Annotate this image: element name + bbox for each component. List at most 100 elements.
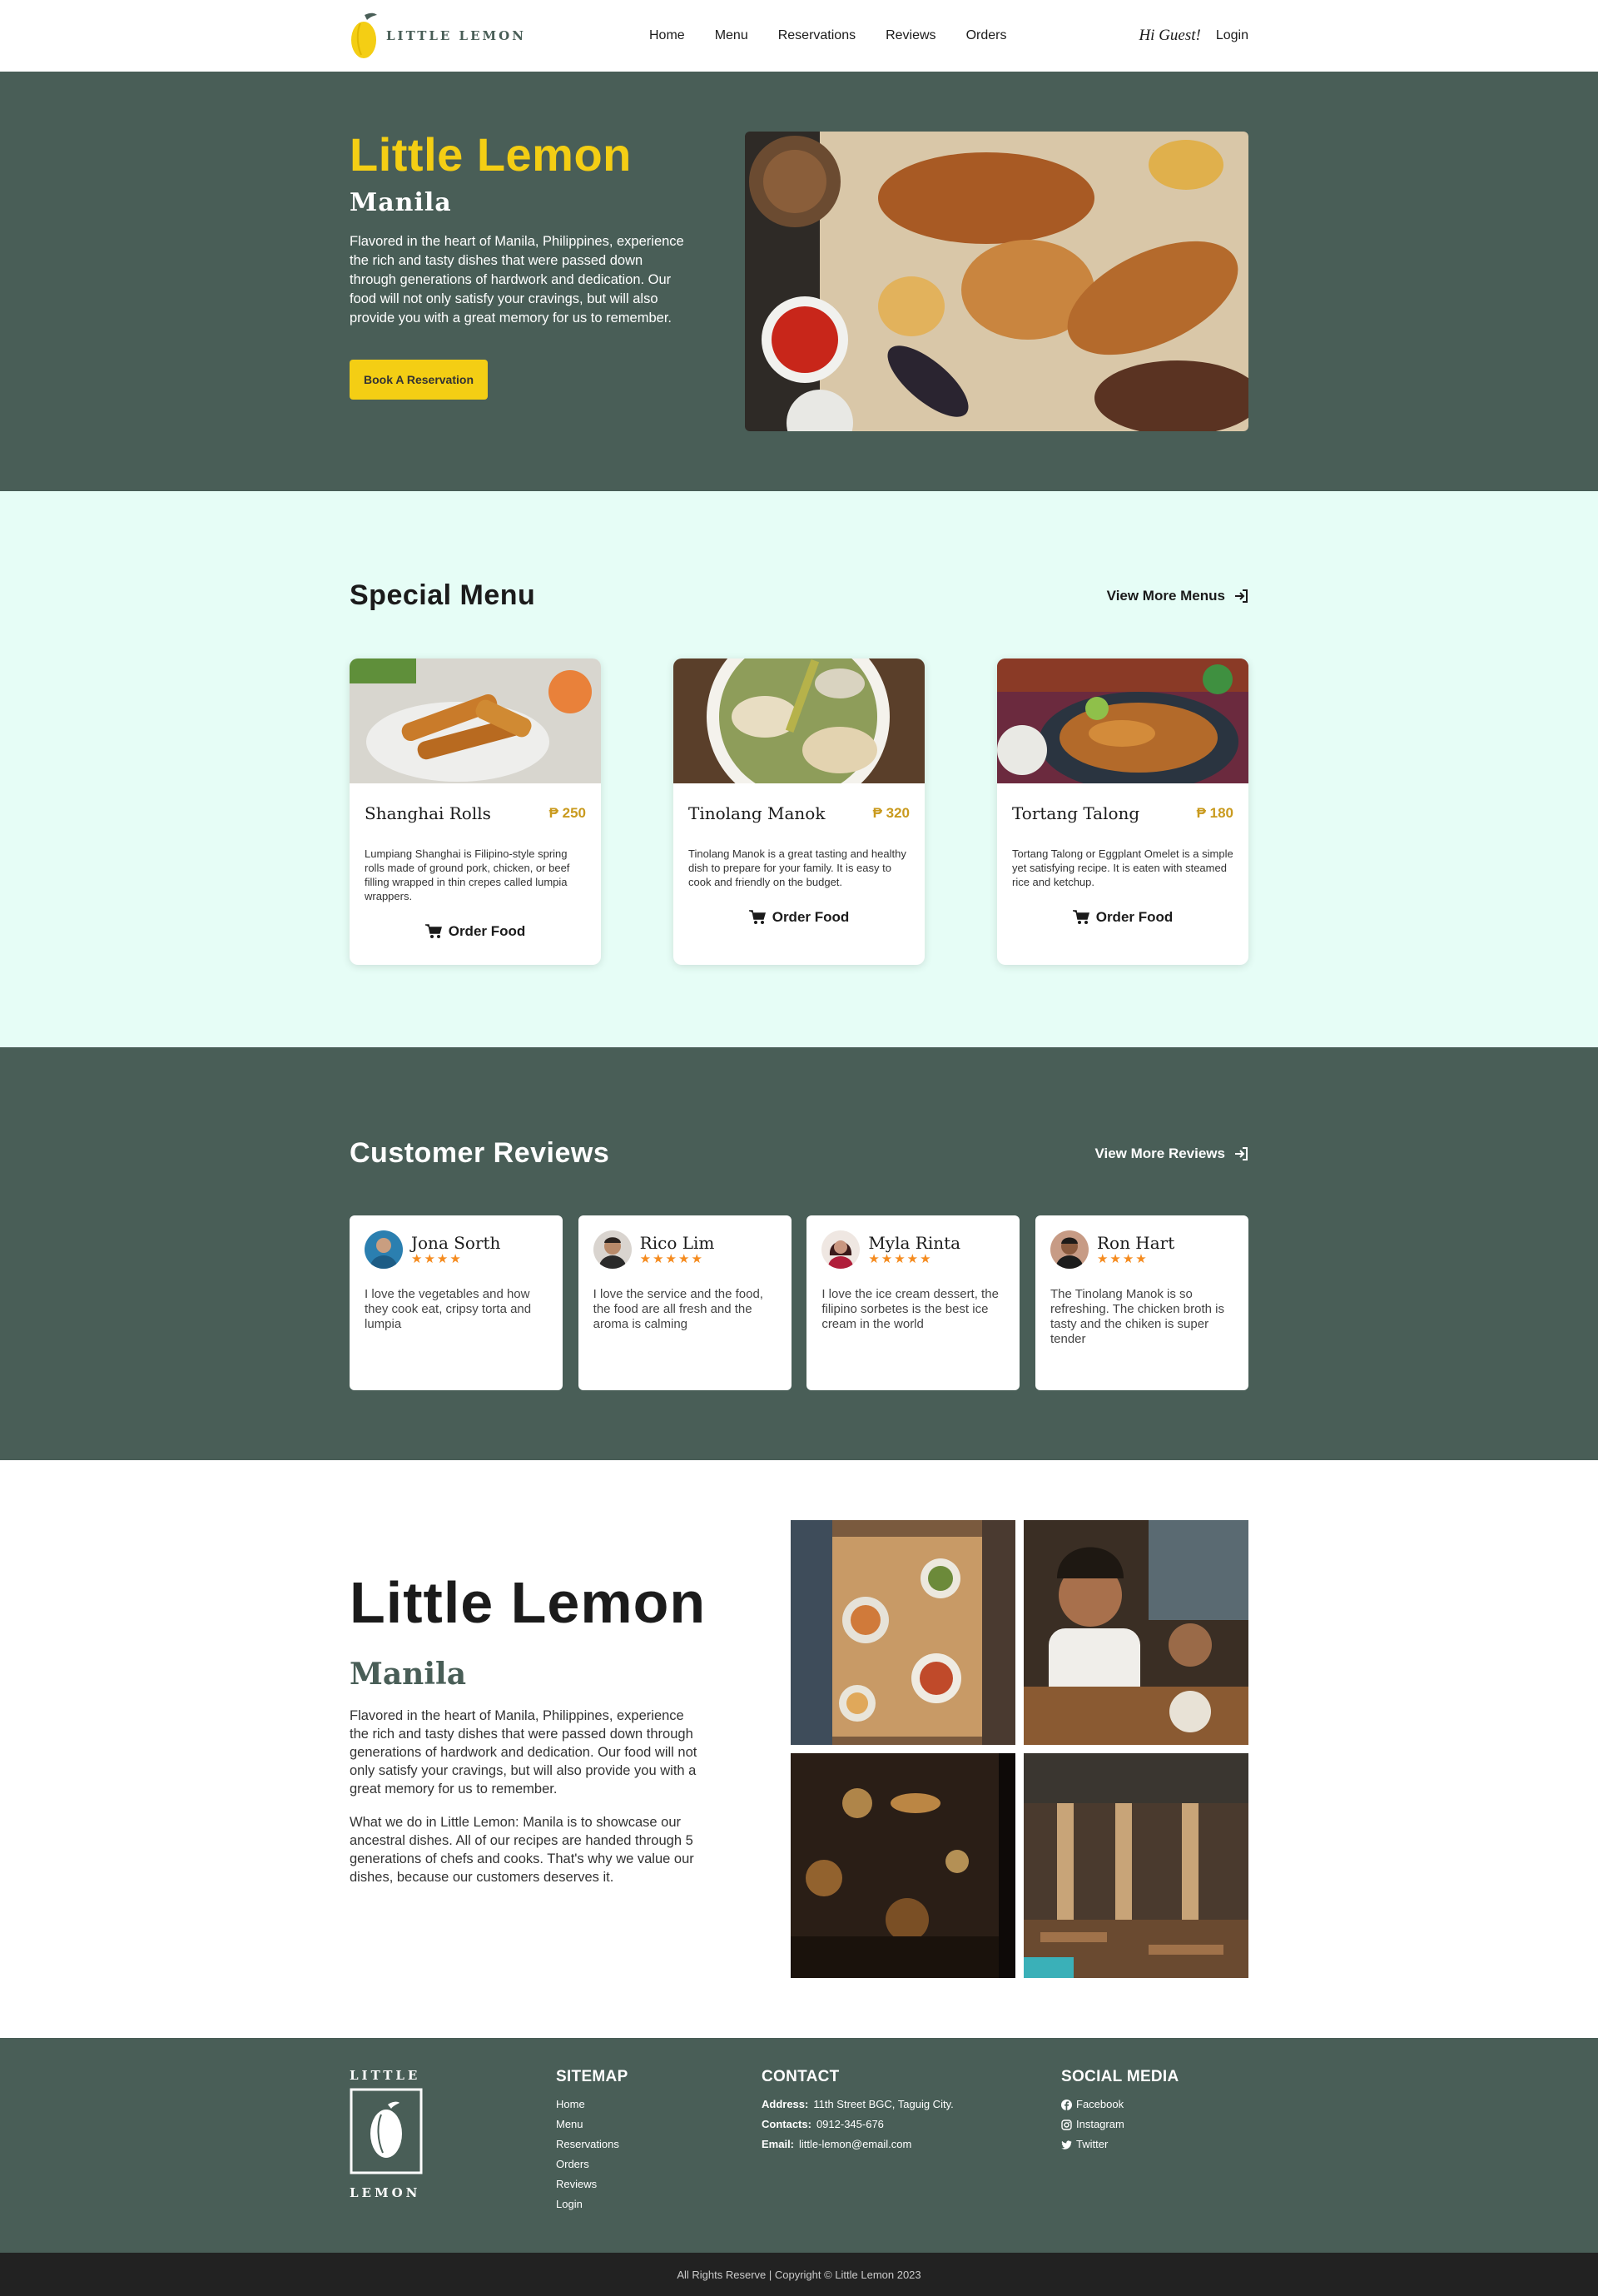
about-section: Little Lemon Manila Flavored in the hear… — [0, 1460, 1598, 2038]
review-text: The Tinolang Manok is so refreshing. The… — [1050, 1287, 1224, 1346]
contacts-label: Contacts: — [762, 2118, 811, 2130]
view-more-menus-link[interactable]: View More Menus — [1107, 588, 1248, 604]
avatar — [593, 1230, 632, 1269]
sitemap-link-orders[interactable]: Orders — [556, 2154, 762, 2174]
contact-email: Email: little-lemon@email.com — [762, 2134, 1061, 2154]
star-rating: ★★★★ — [1096, 1252, 1149, 1266]
spring-rolls-image — [350, 658, 601, 783]
copyright-text: All Rights Reserve | Copyright © Little … — [677, 2268, 921, 2281]
email-label: Email: — [762, 2138, 795, 2150]
footer-logo-top: LITTLE — [350, 2068, 421, 2083]
order-food-label: Order Food — [1095, 909, 1174, 925]
menu-card: Shanghai Rolls ₱ 250 Lumpiang Shanghai i… — [350, 658, 601, 965]
gallery-photo-relax-bar — [791, 1753, 1015, 1978]
view-more-reviews-link[interactable]: View More Reviews — [1094, 1146, 1248, 1162]
gallery-photo-restaurant-interior — [1024, 1753, 1248, 1978]
review-text: I love the vegetables and how they cook … — [365, 1287, 532, 1331]
menu-item-price: ₱ 320 — [872, 805, 910, 821]
avatar — [821, 1230, 861, 1269]
footer-logo: LITTLE LEMON — [350, 2068, 556, 2214]
reviewer-name: Ron Hart — [1096, 1233, 1175, 1253]
menu-card: Tortang Talong ₱ 180 Tortang Talong or E… — [997, 658, 1248, 965]
email-value[interactable]: little-lemon@email.com — [799, 2138, 911, 2150]
review-text: I love the service and the food, the foo… — [593, 1287, 763, 1331]
instagram-icon — [1061, 2119, 1072, 2130]
facebook-icon — [1061, 2099, 1072, 2110]
login-link[interactable]: Login — [1216, 28, 1248, 43]
book-reservation-button[interactable]: Book A Reservation — [350, 360, 488, 400]
nav-menu[interactable]: Menu — [715, 28, 748, 43]
star-rating: ★★★★★ — [868, 1252, 933, 1266]
reviewer-name: Rico Lim — [639, 1233, 715, 1253]
sitemap-link-home[interactable]: Home — [556, 2095, 762, 2115]
gallery-photo-dining-table — [791, 1520, 1015, 1745]
hero-content: Little Lemon Manila Flavored in the hear… — [350, 132, 707, 431]
twitter-label: Twitter — [1076, 2138, 1109, 2150]
sitemap-link-login[interactable]: Login — [556, 2194, 762, 2214]
nav-orders[interactable]: Orders — [966, 28, 1007, 43]
menu-item-name: Tinolang Manok — [688, 803, 826, 823]
lemon-logo-icon — [350, 2088, 423, 2174]
greeting: Hi Guest! — [1139, 27, 1201, 44]
logo[interactable]: LITTLE LEMON — [350, 10, 599, 62]
avatar — [1050, 1230, 1089, 1269]
order-food-button[interactable]: Order Food — [688, 909, 910, 926]
nav-links: Home Menu Reservations Reviews Orders — [649, 28, 1006, 43]
menu-card: Tinolang Manok ₱ 320 Tinolang Manok is a… — [673, 658, 925, 965]
social-title: SOCIAL MEDIA — [1061, 2068, 1179, 2085]
contact-column: CONTACT Address: 11th Street BGC, Taguig … — [762, 2068, 1061, 2214]
nav-reviews[interactable]: Reviews — [886, 28, 935, 43]
sitemap-link-reviews[interactable]: Reviews — [556, 2174, 762, 2194]
menu-item-description: Lumpiang Shanghai is Filipino-style spri… — [365, 847, 570, 902]
avatar — [365, 1230, 403, 1269]
photo-gallery — [791, 1520, 1248, 1978]
star-rating: ★★★★ — [411, 1252, 463, 1266]
gallery-photo-people-eating — [1024, 1520, 1248, 1745]
star-rating: ★★★★★ — [639, 1252, 704, 1266]
menu-cards: Shanghai Rolls ₱ 250 Lumpiang Shanghai i… — [350, 658, 1248, 965]
menu-item-description: Tinolang Manok is a great tasting and he… — [688, 847, 906, 888]
cart-icon — [1072, 910, 1089, 924]
about-paragraph-2: What we do in Little Lemon: Manila is to… — [350, 1815, 694, 1885]
specials-title: Special Menu — [350, 579, 536, 611]
social-link-facebook[interactable]: Facebook — [1061, 2095, 1179, 2115]
login-arrow-icon — [1235, 1146, 1248, 1160]
contact-phone: Contacts: 0912-345-676 — [762, 2115, 1061, 2134]
reviews-title: Customer Reviews — [350, 1137, 610, 1169]
about-subtitle: Manila — [350, 1657, 467, 1692]
sitemap-link-menu[interactable]: Menu — [556, 2115, 762, 2134]
order-food-label: Order Food — [448, 923, 526, 939]
lemon-logo-icon — [351, 12, 377, 58]
order-food-button[interactable]: Order Food — [1012, 909, 1233, 926]
menu-item-description: Tortang Talong or Eggplant Omelet is a s… — [1012, 847, 1233, 888]
menu-item-name: Shanghai Rolls — [365, 803, 491, 823]
address-label: Address: — [762, 2098, 809, 2110]
hero-subtitle: Manila — [350, 188, 452, 217]
about-title: Little Lemon — [350, 1570, 707, 1635]
menu-item-price: ₱ 250 — [548, 805, 586, 821]
reviewer-name: Jona Sorth — [411, 1233, 501, 1253]
view-more-menus-label: View More Menus — [1106, 587, 1225, 604]
instagram-label: Instagram — [1076, 2118, 1124, 2130]
sitemap-column: SITEMAP Home Menu Reservations Orders Re… — [556, 2068, 762, 2214]
chicken-soup-image — [673, 658, 925, 808]
order-food-button[interactable]: Order Food — [365, 923, 586, 940]
menu-item-price: ₱ 180 — [1196, 805, 1233, 821]
hero-title: Little Lemon — [350, 128, 632, 181]
address-value: 11th Street BGC, Taguig City. — [813, 2098, 954, 2110]
nav-home[interactable]: Home — [649, 28, 685, 43]
footer: LITTLE LEMON SITEMAP Home Menu Reservati… — [0, 2038, 1598, 2253]
contact-title: CONTACT — [762, 2068, 840, 2085]
contacts-value: 0912-345-676 — [816, 2118, 884, 2130]
social-link-instagram[interactable]: Instagram — [1061, 2115, 1179, 2134]
social-link-twitter[interactable]: Twitter — [1061, 2134, 1179, 2154]
review-card: Rico Lim ★★★★★ I love the service and th… — [578, 1215, 792, 1390]
sitemap-link-reservations[interactable]: Reservations — [556, 2134, 762, 2154]
sitemap-title: SITEMAP — [556, 2068, 628, 2085]
review-text: I love the ice cream dessert, the filipi… — [821, 1287, 999, 1331]
footer-logo-bottom: LEMON — [350, 2185, 421, 2200]
review-cards: Jona Sorth ★★★★ I love the vegetables an… — [350, 1215, 1248, 1390]
nav-reservations[interactable]: Reservations — [778, 28, 856, 43]
cart-icon — [748, 910, 766, 924]
menu-item-name: Tortang Talong — [1012, 803, 1140, 823]
